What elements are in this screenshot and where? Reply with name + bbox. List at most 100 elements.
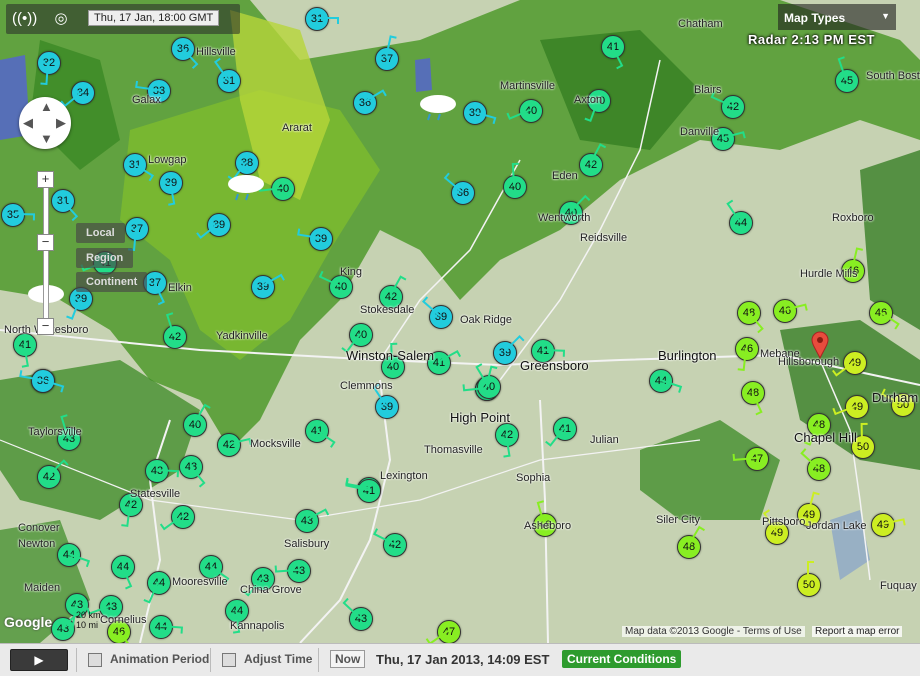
pan-control[interactable]: ▲ ▼ ◀ ▶ xyxy=(19,97,71,149)
temperature-station[interactable]: 44 xyxy=(111,555,135,579)
temperature-station[interactable]: 36 xyxy=(31,369,55,393)
city-label: Axton xyxy=(574,94,603,106)
adjust-time-button[interactable]: Adjust Time xyxy=(222,652,312,667)
city-label: China Grove xyxy=(240,584,302,596)
temperature-station[interactable]: 32 xyxy=(37,51,61,75)
temperature-station[interactable]: 41 xyxy=(553,417,577,441)
temperature-station[interactable]: 49 xyxy=(843,351,867,375)
temperature-station[interactable]: 44 xyxy=(57,543,81,567)
pan-down-icon[interactable]: ▼ xyxy=(40,131,53,146)
temperature-station[interactable]: 47 xyxy=(437,620,461,643)
temperature-station[interactable]: 37 xyxy=(375,47,399,71)
temperature-station[interactable]: 43 xyxy=(179,455,203,479)
temperature-station[interactable]: 43 xyxy=(51,617,75,641)
city-label: Pittsboro xyxy=(762,516,806,528)
temperature-station[interactable]: 48 xyxy=(677,535,701,559)
temperature-station[interactable]: 49 xyxy=(845,395,869,419)
temperature-station[interactable]: 42 xyxy=(383,533,407,557)
temperature-station[interactable]: 44 xyxy=(149,615,173,639)
temperature-station[interactable]: 42 xyxy=(37,465,61,489)
temperature-station[interactable]: 48 xyxy=(737,301,761,325)
temperature-station[interactable]: 47 xyxy=(745,447,769,471)
temperature-station[interactable]: 48 xyxy=(741,381,765,405)
temperature-station[interactable]: 41 xyxy=(357,479,381,503)
temperature-station[interactable]: 40 xyxy=(503,175,527,199)
zoom-slider-track[interactable] xyxy=(43,178,49,330)
broadcast-icon[interactable]: ((•)) xyxy=(12,8,37,30)
weather-map[interactable]: 31 36 32 34 33 31 37 36 39 41 40 40 42 45 42 45 31 39 38 40… xyxy=(0,0,920,643)
globe-icon[interactable]: ◎ xyxy=(50,8,72,30)
temperature-station[interactable]: 41 xyxy=(13,333,37,357)
temperature-station[interactable]: 31 xyxy=(123,153,147,177)
temperature-station[interactable]: 41 xyxy=(601,35,625,59)
temperature-station[interactable]: 35 xyxy=(1,203,25,227)
temperature-station[interactable]: 39 xyxy=(375,395,399,419)
zoom-handle[interactable]: − xyxy=(37,234,54,251)
temperature-station[interactable]: 42 xyxy=(579,153,603,177)
city-label: South Boston xyxy=(866,70,920,82)
temperature-station[interactable]: 41 xyxy=(305,419,329,443)
temperature-station[interactable]: 50 xyxy=(797,573,821,597)
temperature-station[interactable]: 42 xyxy=(171,505,195,529)
temperature-station[interactable]: 39 xyxy=(159,171,183,195)
temperature-station[interactable]: 39 xyxy=(309,227,333,251)
temperature-station[interactable]: 31 xyxy=(51,189,75,213)
zoom-level-region[interactable]: Region xyxy=(76,248,134,268)
temperature-station[interactable]: 36 xyxy=(353,91,377,115)
current-date: Thu, 17 Jan 2013, 14:09 EST xyxy=(376,652,550,667)
now-button[interactable]: Now xyxy=(330,650,366,668)
temperature-station[interactable]: 43 xyxy=(295,509,319,533)
temperature-station[interactable]: 36 xyxy=(451,181,475,205)
temperature-station[interactable]: 39 xyxy=(207,213,231,237)
temperature-station[interactable]: 43 xyxy=(145,459,169,483)
zoom-level-local[interactable]: Local xyxy=(76,223,125,243)
temperature-station[interactable]: 49 xyxy=(871,513,895,537)
temperature-station[interactable]: 37 xyxy=(125,217,149,241)
zoom-in-button[interactable]: + xyxy=(37,171,54,188)
temperature-station[interactable]: 48 xyxy=(807,457,831,481)
pan-up-icon[interactable]: ▲ xyxy=(40,99,53,114)
temperature-station[interactable]: 36 xyxy=(171,37,195,61)
temperature-station[interactable]: 44 xyxy=(729,211,753,235)
map-types-dropdown[interactable]: Map Types ▼ xyxy=(778,4,896,30)
temperature-station[interactable]: 46 xyxy=(735,337,759,361)
play-button[interactable]: ▶ xyxy=(10,649,68,671)
current-conditions-badge[interactable]: Current Conditions xyxy=(562,650,682,668)
temperature-station[interactable]: 42 xyxy=(495,423,519,447)
temperature-station[interactable]: 39 xyxy=(493,341,517,365)
temperature-station[interactable]: 46 xyxy=(869,301,893,325)
temperature-station[interactable]: 39 xyxy=(463,101,487,125)
temperature-station[interactable]: 43 xyxy=(287,559,311,583)
temperature-station[interactable]: 40 xyxy=(183,413,207,437)
chevron-down-icon: ▼ xyxy=(881,11,890,21)
report-map-error-link[interactable]: Report a map error xyxy=(812,626,903,637)
temperature-station[interactable]: 31 xyxy=(217,69,241,93)
temperature-station[interactable]: 39 xyxy=(429,305,453,329)
calendar-icon xyxy=(88,652,102,667)
pan-left-icon[interactable]: ◀ xyxy=(23,115,33,131)
animation-period-button[interactable]: Animation Period xyxy=(88,652,209,667)
temperature-station[interactable]: 40 xyxy=(271,177,295,201)
temperature-station[interactable]: 39 xyxy=(251,275,275,299)
temperature-station[interactable]: 31 xyxy=(305,7,329,31)
map-copyright[interactable]: Map data ©2013 Google - Terms of Use xyxy=(622,626,805,637)
temperature-station[interactable]: 40 xyxy=(329,275,353,299)
temperature-station[interactable]: 42 xyxy=(721,95,745,119)
temperature-station[interactable]: 34 xyxy=(71,81,95,105)
temperature-station[interactable]: 46 xyxy=(773,299,797,323)
temperature-station[interactable]: 45 xyxy=(835,69,859,93)
city-label: Oak Ridge xyxy=(460,314,512,326)
temperature-station[interactable]: 44 xyxy=(649,369,673,393)
temperature-station[interactable]: 42 xyxy=(217,433,241,457)
zoom-level-continent[interactable]: Continent xyxy=(76,272,148,292)
city-label: Sophia xyxy=(516,472,551,484)
pan-right-icon[interactable]: ▶ xyxy=(56,115,66,131)
temperature-station[interactable]: 43 xyxy=(349,607,373,631)
temperature-station[interactable]: 44 xyxy=(147,571,171,595)
temperature-station[interactable]: 40 xyxy=(349,323,373,347)
temperature-station[interactable]: 40 xyxy=(477,375,501,399)
location-pin-icon[interactable] xyxy=(811,331,829,359)
zoom-out-button[interactable]: − xyxy=(37,318,54,335)
temperature-station[interactable]: 42 xyxy=(163,325,187,349)
temperature-station[interactable]: 40 xyxy=(519,99,543,123)
